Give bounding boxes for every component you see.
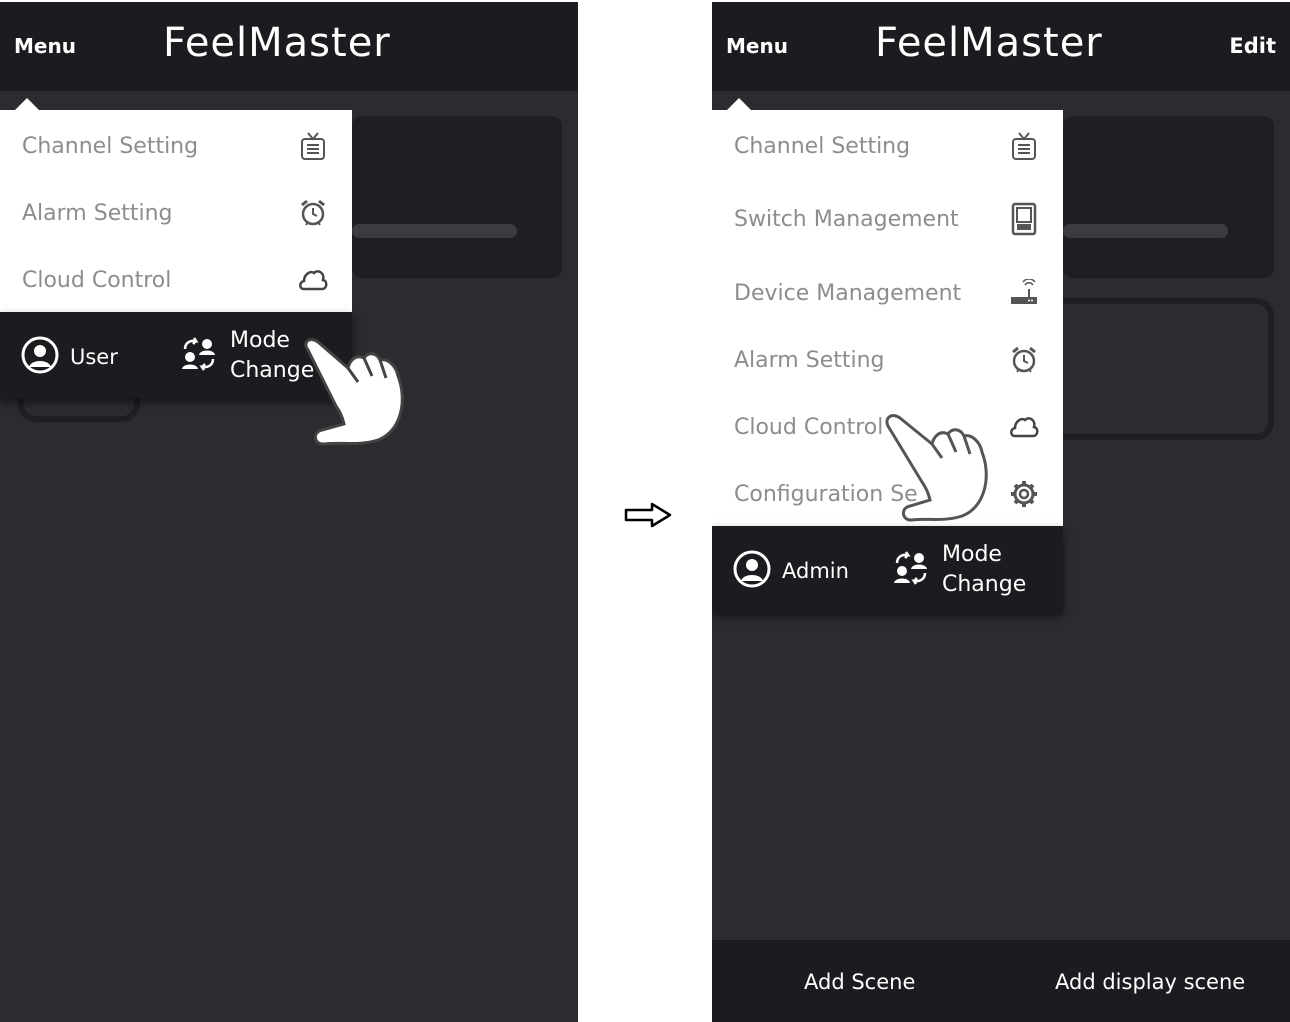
- menu-item-alarm-setting[interactable]: Alarm Setting: [712, 330, 1063, 390]
- menu-item-configuration-setting[interactable]: Configuration Se: [712, 464, 1063, 524]
- role-label: User: [70, 345, 118, 369]
- dropdown-caret: [14, 98, 40, 111]
- menu-item-label: Cloud Control: [734, 414, 884, 440]
- bottom-action-bar: Add Scene Add display scene: [712, 940, 1290, 1022]
- background-slider: [352, 224, 517, 238]
- mode-change-label: Mode Change: [230, 326, 314, 386]
- mode-change-button[interactable]: Mode Change: [892, 540, 1026, 600]
- background-box-outline: [1042, 298, 1274, 440]
- menu-item-label: Channel Setting: [734, 133, 911, 159]
- menu-button[interactable]: Menu: [14, 34, 76, 58]
- top-bar: Menu FeelMaster: [0, 2, 578, 91]
- role-label: Admin: [782, 559, 849, 583]
- background-card: [352, 116, 562, 278]
- right-screen: Menu FeelMaster Edit Channel Setting Swi…: [712, 2, 1290, 1022]
- mode-change-line1: Mode: [942, 542, 1002, 567]
- top-bar: Menu FeelMaster Edit: [712, 2, 1290, 91]
- menu-item-label: Switch Management: [734, 206, 959, 232]
- menu-dropdown: Channel Setting Switch Management Device…: [712, 98, 1063, 526]
- switch-icon: [1009, 202, 1039, 236]
- edit-button[interactable]: Edit: [1229, 34, 1276, 58]
- menu-item-switch-management[interactable]: Switch Management: [712, 189, 1063, 249]
- mode-change-label: Mode Change: [942, 540, 1026, 600]
- gear-icon: [1009, 479, 1039, 509]
- mode-change-icon: [180, 335, 218, 377]
- menu-item-channel-setting[interactable]: Channel Setting: [0, 116, 352, 176]
- router-icon: [1009, 278, 1039, 308]
- menu-item-channel-setting[interactable]: Channel Setting: [712, 116, 1063, 176]
- user-avatar-icon: [732, 549, 772, 593]
- app-title: FeelMaster: [875, 20, 1103, 66]
- cloud-icon: [298, 265, 328, 295]
- menu-item-label: Device Management: [734, 280, 962, 306]
- menu-item-label: Channel Setting: [22, 133, 199, 159]
- mode-change-line2: Change: [942, 572, 1027, 597]
- user-role-button[interactable]: User: [20, 335, 118, 379]
- dropdown-caret: [726, 98, 752, 111]
- tv-icon: [298, 131, 328, 161]
- menu-item-label: Configuration Se: [734, 481, 918, 507]
- user-avatar-icon: [20, 335, 60, 379]
- mode-change-line1: Mode: [230, 328, 290, 353]
- app-title: FeelMaster: [163, 20, 391, 66]
- background-slider: [1063, 224, 1228, 238]
- transition-arrow-icon: [624, 502, 672, 528]
- background-card: [1063, 116, 1274, 278]
- menu-button[interactable]: Menu: [726, 34, 788, 58]
- mode-change-button[interactable]: Mode Change: [180, 326, 314, 386]
- menu-item-device-management[interactable]: Device Management: [712, 263, 1063, 323]
- mode-change-icon: [892, 549, 930, 591]
- tv-icon: [1009, 131, 1039, 161]
- left-screen: Menu FeelMaster Channel Setting Alarm Se…: [0, 2, 578, 1022]
- alarm-clock-icon: [1009, 345, 1039, 375]
- mode-change-line2: Change: [230, 358, 315, 383]
- add-display-scene-button[interactable]: Add display scene: [1055, 970, 1245, 994]
- menu-item-cloud-control[interactable]: Cloud Control: [0, 250, 352, 310]
- menu-item-label: Alarm Setting: [22, 200, 173, 226]
- alarm-clock-icon: [298, 198, 328, 228]
- menu-item-label: Alarm Setting: [734, 347, 885, 373]
- admin-role-button[interactable]: Admin: [732, 549, 849, 593]
- add-scene-button[interactable]: Add Scene: [804, 970, 915, 994]
- menu-dropdown: Channel Setting Alarm Setting Cloud Cont…: [0, 98, 352, 312]
- menu-item-cloud-control[interactable]: Cloud Control: [712, 397, 1063, 457]
- menu-item-label: Cloud Control: [22, 267, 172, 293]
- menu-footer: User Mode Change: [0, 312, 352, 398]
- menu-item-alarm-setting[interactable]: Alarm Setting: [0, 183, 352, 243]
- cloud-icon: [1009, 412, 1039, 442]
- menu-footer: Admin Mode Change: [712, 526, 1063, 612]
